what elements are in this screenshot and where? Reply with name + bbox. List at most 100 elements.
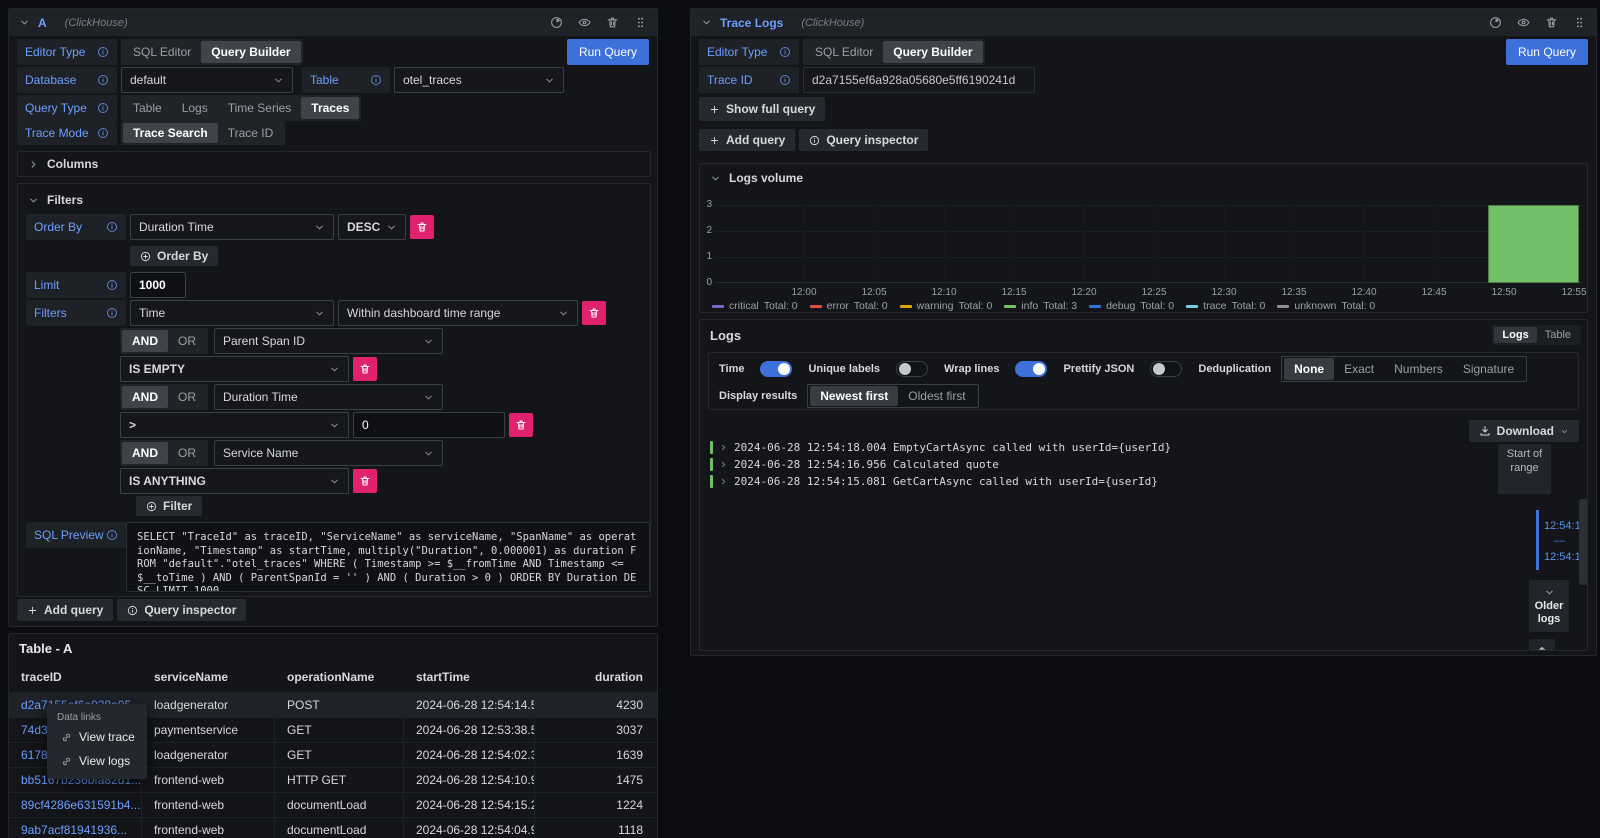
- download-button[interactable]: Download: [1469, 420, 1579, 442]
- query-type-traces[interactable]: Traces: [301, 97, 359, 119]
- log-row[interactable]: 2024-06-28 12:54:16.956 Calculated quote: [710, 456, 1171, 473]
- columns-section[interactable]: Columns: [17, 151, 651, 177]
- unique-labels-toggle[interactable]: [896, 361, 928, 377]
- order-by-direction-select[interactable]: DESC: [338, 214, 406, 240]
- condition-field-select[interactable]: Service Name: [214, 440, 443, 466]
- table-row[interactable]: 9ab7acf81941936...frontend-webdocumentLo…: [9, 817, 657, 838]
- bool-and[interactable]: AND: [122, 442, 168, 464]
- info-icon[interactable]: [97, 127, 109, 139]
- add-filter-button[interactable]: Filter: [136, 496, 202, 516]
- bool-or[interactable]: OR: [168, 330, 206, 352]
- order-by-field-select[interactable]: Duration Time: [130, 214, 334, 240]
- legend-item-critical[interactable]: criticalTotal: 0: [712, 300, 798, 312]
- condition-field-select[interactable]: Parent Span ID: [214, 328, 443, 354]
- bool-or[interactable]: OR: [168, 386, 206, 408]
- log-row[interactable]: 2024-06-28 12:54:15.081 GetCartAsync cal…: [710, 473, 1171, 490]
- legend-item-error[interactable]: errorTotal: 0: [810, 300, 888, 312]
- show-full-query-button[interactable]: Show full query: [699, 97, 825, 121]
- display-oldest-first[interactable]: Oldest first: [898, 386, 975, 406]
- legend-item-debug[interactable]: debugTotal: 0: [1089, 300, 1174, 312]
- eye-icon[interactable]: [1517, 16, 1530, 29]
- filters-section-header[interactable]: Filters: [28, 193, 83, 207]
- info-icon[interactable]: [779, 74, 791, 86]
- logs-volume-header[interactable]: Logs volume: [710, 171, 803, 185]
- expand-chevron-icon[interactable]: [719, 460, 728, 469]
- eye-icon[interactable]: [578, 16, 591, 29]
- remove-condition-button[interactable]: [353, 357, 377, 381]
- volume-bar-info[interactable]: [1488, 205, 1579, 283]
- query-type-table[interactable]: Table: [123, 97, 172, 119]
- bool-and[interactable]: AND: [122, 386, 168, 408]
- drag-handle-icon[interactable]: [634, 16, 647, 29]
- info-icon[interactable]: [97, 74, 109, 86]
- trash-icon[interactable]: [606, 16, 619, 29]
- bool-or[interactable]: OR: [168, 442, 206, 464]
- drag-handle-icon[interactable]: [1573, 16, 1586, 29]
- menu-item-view-logs[interactable]: View logs: [47, 749, 147, 773]
- column-header-trace-id[interactable]: traceID: [9, 664, 142, 690]
- trace-id-link[interactable]: 89cf4286e631591b4...: [21, 798, 140, 812]
- menu-item-view-trace[interactable]: View trace: [47, 725, 147, 749]
- display-newest-first[interactable]: Newest first: [810, 386, 898, 406]
- legend-item-trace[interactable]: traceTotal: 0: [1186, 300, 1265, 312]
- column-header-service-name[interactable]: serviceName: [142, 664, 275, 690]
- logs-view-table[interactable]: Table: [1537, 327, 1579, 343]
- query-time-icon[interactable]: [550, 16, 563, 29]
- info-icon[interactable]: [97, 102, 109, 114]
- query-inspector-button[interactable]: Query inspector: [117, 599, 246, 621]
- trash-icon[interactable]: [1545, 16, 1558, 29]
- query-time-icon[interactable]: [1489, 16, 1502, 29]
- trace-mode-search[interactable]: Trace Search: [123, 123, 218, 143]
- filter-operator-select[interactable]: Within dashboard time range: [338, 300, 578, 326]
- trace-id-value-field[interactable]: d2a7155ef6a928a05680e5ff6190241d: [803, 67, 1035, 93]
- panel-collapse-icon[interactable]: [19, 17, 30, 28]
- remove-order-by-button[interactable]: [410, 215, 434, 239]
- info-icon[interactable]: [370, 74, 382, 86]
- run-query-button[interactable]: Run Query: [1506, 39, 1588, 65]
- run-query-button[interactable]: Run Query: [567, 39, 649, 65]
- table-row[interactable]: 89cf4286e631591b4...frontend-webdocument…: [9, 792, 657, 817]
- expand-chevron-icon[interactable]: [719, 477, 728, 486]
- add-query-button[interactable]: Add query: [699, 129, 795, 151]
- condition-operator-select[interactable]: IS EMPTY: [120, 356, 349, 382]
- dedup-none[interactable]: None: [1284, 358, 1334, 380]
- dedup-exact[interactable]: Exact: [1334, 358, 1384, 380]
- info-icon[interactable]: [106, 221, 118, 233]
- database-select[interactable]: default: [121, 67, 293, 93]
- editor-type-sql-editor[interactable]: SQL Editor: [805, 41, 883, 63]
- editor-type-query-builder[interactable]: Query Builder: [883, 41, 982, 63]
- info-icon[interactable]: [779, 46, 791, 58]
- expand-chevron-icon[interactable]: [719, 443, 728, 452]
- column-header-operation-name[interactable]: operationName: [275, 664, 404, 690]
- older-logs-button[interactable]: Older logs: [1529, 580, 1569, 632]
- info-icon[interactable]: [106, 279, 118, 291]
- add-query-button[interactable]: Add query: [17, 599, 113, 621]
- bool-and[interactable]: AND: [122, 330, 168, 352]
- logs-scrollbar[interactable]: [1579, 499, 1588, 585]
- legend-item-warning[interactable]: warningTotal: 0: [900, 300, 993, 312]
- trace-id-link[interactable]: 9ab7acf81941936...: [21, 823, 127, 837]
- limit-input[interactable]: [130, 272, 186, 298]
- dedup-numbers[interactable]: Numbers: [1384, 358, 1453, 380]
- log-range-indicator[interactable]: [1536, 510, 1539, 570]
- condition-operator-select[interactable]: >: [120, 412, 349, 438]
- scroll-to-top-button[interactable]: [1529, 639, 1555, 651]
- query-type-logs[interactable]: Logs: [172, 97, 218, 119]
- remove-filter-button[interactable]: [582, 301, 606, 325]
- add-order-by-button[interactable]: Order By: [130, 246, 218, 266]
- wrap-lines-toggle[interactable]: [1015, 361, 1047, 377]
- editor-type-query-builder[interactable]: Query Builder: [201, 41, 300, 63]
- query-type-time-series[interactable]: Time Series: [218, 97, 302, 119]
- legend-item-info[interactable]: infoTotal: 3: [1004, 300, 1077, 312]
- table-select[interactable]: otel_traces: [394, 67, 564, 93]
- info-icon[interactable]: [97, 46, 109, 58]
- remove-condition-button[interactable]: [353, 469, 377, 493]
- editor-type-sql-editor[interactable]: SQL Editor: [123, 41, 201, 63]
- column-header-duration[interactable]: duration: [535, 664, 657, 690]
- logs-view-logs[interactable]: Logs: [1494, 327, 1536, 343]
- condition-operator-select[interactable]: IS ANYTHING: [120, 468, 349, 494]
- filter-field-select[interactable]: Time: [130, 300, 334, 326]
- condition-value-input[interactable]: [353, 412, 505, 438]
- condition-field-select[interactable]: Duration Time: [214, 384, 443, 410]
- log-row[interactable]: 2024-06-28 12:54:18.004 EmptyCartAsync c…: [710, 439, 1171, 456]
